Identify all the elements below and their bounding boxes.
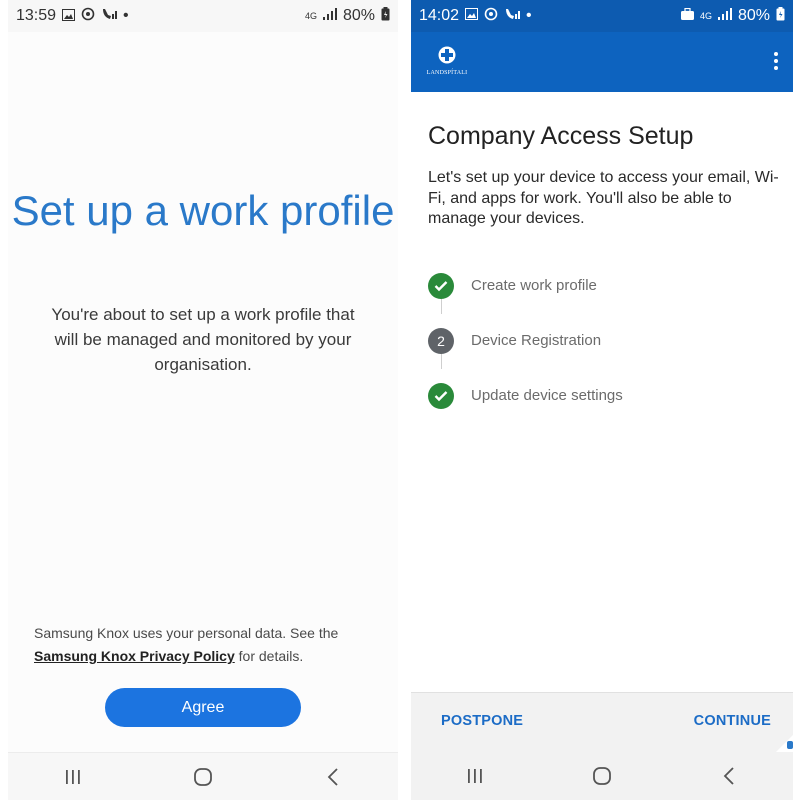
agree-button[interactable]: Agree: [105, 688, 301, 727]
privacy-policy-link[interactable]: Samsung Knox Privacy Policy: [34, 648, 235, 664]
step-label: Create work profile: [471, 277, 597, 294]
status-time: 13:59: [16, 7, 57, 24]
status-bar: 13:59 • 4G 80%: [8, 0, 398, 32]
step-label: Update device settings: [471, 387, 623, 404]
logo-text: LANDSPÍTALI: [426, 70, 468, 76]
sync-icon: [484, 7, 498, 26]
navigation-bar: [8, 752, 398, 800]
page-description: You're about to set up a work profile th…: [51, 305, 355, 374]
gallery-icon: [465, 7, 479, 25]
status-right: 4G 80%: [680, 6, 785, 26]
recents-icon[interactable]: [455, 756, 495, 796]
dot-icon: •: [526, 7, 532, 24]
status-time: 14:02: [419, 7, 460, 24]
network-type: 4G: [699, 10, 712, 21]
wifi-call-icon: [504, 7, 521, 26]
battery-percent: 80%: [737, 7, 770, 24]
app-bar: LANDSPÍTALI: [411, 32, 793, 92]
page-title: Set up a work profile: [11, 187, 395, 234]
battery-icon: [776, 6, 785, 26]
step-label: Device Registration: [471, 332, 602, 349]
setup-steps-list: Create work profile 2 Device Registratio…: [428, 258, 783, 423]
gallery-icon: [62, 8, 76, 24]
home-icon[interactable]: [582, 756, 622, 796]
step-create-work-profile: Create work profile: [428, 258, 783, 313]
postpone-button[interactable]: POSTPONE: [441, 713, 523, 729]
status-left: 14:02 •: [419, 7, 532, 26]
privacy-prefix: Samsung Knox uses your personal data. Se…: [34, 625, 339, 641]
check-icon: [428, 382, 454, 409]
action-bar: POSTPONE CONTINUE: [411, 692, 793, 752]
signal-icon: [322, 7, 337, 25]
status-left: 13:59 •: [16, 7, 129, 26]
signal-icon: [717, 7, 732, 25]
setup-heading: Company Access Setup: [428, 122, 694, 150]
privacy-notice: Samsung Knox uses your personal data. Se…: [34, 622, 378, 668]
check-icon: [428, 272, 454, 299]
step-update-device-settings: Update device settings: [428, 368, 783, 423]
step-device-registration: 2 Device Registration: [428, 313, 783, 368]
home-icon[interactable]: [183, 757, 223, 797]
more-vert-icon[interactable]: [765, 46, 787, 76]
status-right: 4G 80%: [304, 6, 390, 26]
setup-intro: Let's set up your device to access your …: [428, 169, 779, 227]
right-phone-screen: 14:02 • 4G 80% LANDSPÍTALI Company Acces…: [411, 0, 793, 800]
status-bar: 14:02 • 4G 80%: [411, 0, 793, 32]
sync-icon: [81, 7, 95, 26]
privacy-suffix: for details.: [234, 648, 304, 664]
back-icon[interactable]: [709, 756, 749, 796]
hospital-logo-icon: LANDSPÍTALI: [425, 46, 469, 80]
wifi-call-icon: [101, 7, 118, 26]
work-briefcase-icon: [680, 7, 694, 25]
battery-icon: [381, 6, 390, 26]
battery-percent: 80%: [342, 7, 375, 24]
back-icon[interactable]: [313, 757, 353, 797]
step-number-icon: 2: [428, 327, 454, 354]
recents-icon[interactable]: [53, 757, 93, 797]
left-phone-screen: 13:59 • 4G 80% Set up a work profile You…: [8, 0, 398, 800]
dot-icon: •: [123, 7, 129, 24]
navigation-bar: [411, 752, 793, 800]
continue-button[interactable]: CONTINUE: [694, 713, 771, 729]
network-type: 4G: [304, 10, 317, 21]
